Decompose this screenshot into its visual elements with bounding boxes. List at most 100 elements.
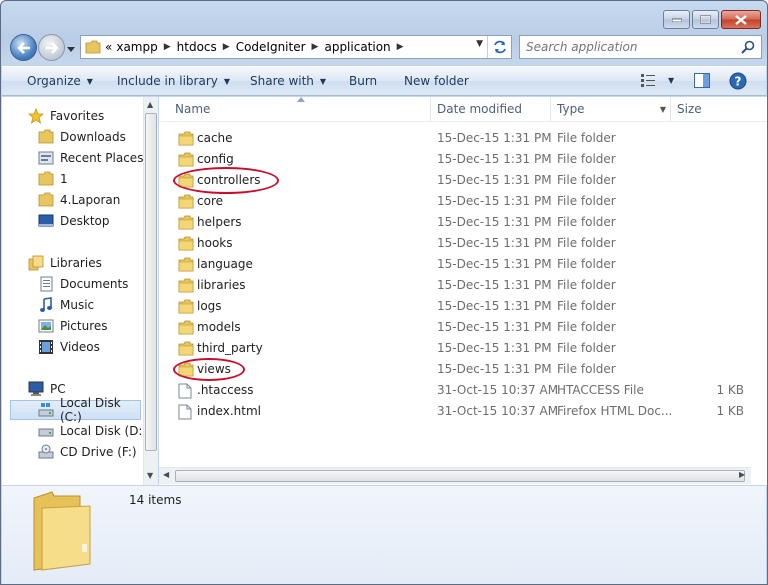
breadcrumb-xampp[interactable]: xampp bbox=[116, 40, 157, 54]
row-folder-icon bbox=[178, 362, 194, 380]
recent-pages-dropdown[interactable] bbox=[67, 42, 75, 56]
organize-button[interactable]: Organize ▼ bbox=[27, 74, 93, 88]
nav-item-label: Recent Places bbox=[60, 151, 144, 165]
file-list-pane: Name Date modified Type ▼ Size cache 15-D… bbox=[159, 97, 767, 485]
preview-pane-button[interactable] bbox=[694, 73, 710, 88]
breadcrumb-overflow[interactable]: « bbox=[105, 40, 112, 54]
large-folder-icon bbox=[33, 491, 91, 571]
table-row[interactable]: hooks 15-Dec-15 1:31 PM File folder bbox=[159, 233, 767, 254]
search-input[interactable] bbox=[526, 40, 736, 54]
cell-name: third_party bbox=[197, 341, 263, 355]
nav-item-local-disk-c[interactable]: Local Disk (C:) bbox=[10, 396, 141, 424]
refresh-button[interactable] bbox=[487, 36, 511, 58]
column-header-name-label: Name bbox=[175, 102, 211, 116]
cell-type: File folder bbox=[557, 194, 616, 208]
search-box[interactable] bbox=[519, 35, 762, 59]
nav-item-label: CD Drive (F:) bbox=[60, 445, 137, 459]
nav-item-label: 4.Laporan bbox=[60, 193, 121, 207]
table-row[interactable]: models 15-Dec-15 1:31 PM File folder bbox=[159, 317, 767, 338]
cell-date: 15-Dec-15 1:31 PM bbox=[437, 320, 552, 334]
maximize-button[interactable] bbox=[692, 10, 719, 29]
documents-icon bbox=[40, 276, 53, 292]
folder-icon bbox=[178, 152, 194, 167]
column-header-type[interactable]: Type ▼ bbox=[551, 97, 671, 121]
table-row[interactable]: libraries 15-Dec-15 1:31 PM File folder bbox=[159, 275, 767, 296]
scroll-down-icon[interactable]: ▼ bbox=[147, 471, 153, 480]
share-with-button[interactable]: Share with ▼ bbox=[250, 74, 326, 88]
cell-name: views bbox=[197, 362, 231, 376]
row-folder-icon bbox=[178, 257, 194, 275]
file-list-horizontal-scrollbar[interactable]: ◀ ▶ bbox=[159, 467, 751, 484]
breadcrumb-codeigniter[interactable]: CodeIgniter bbox=[236, 40, 306, 54]
address-dropdown-icon[interactable]: ▼ bbox=[476, 39, 483, 49]
table-row[interactable]: .htaccess 31-Oct-15 10:37 AM HTACCESS File… bbox=[159, 380, 767, 401]
back-button[interactable] bbox=[10, 34, 37, 61]
folder-icon bbox=[178, 173, 194, 188]
libraries-icon bbox=[28, 255, 44, 271]
organize-label: Organize bbox=[27, 74, 81, 88]
table-row[interactable]: core 15-Dec-15 1:31 PM File folder bbox=[159, 191, 767, 212]
row-folder-icon bbox=[178, 152, 194, 170]
nav-item-label: Music bbox=[60, 298, 95, 312]
file-icon bbox=[178, 404, 192, 420]
burn-button[interactable]: Burn bbox=[349, 74, 377, 88]
breadcrumb-separator-icon[interactable]: ▶ bbox=[310, 42, 321, 52]
breadcrumb-separator-icon[interactable]: ▶ bbox=[162, 42, 173, 52]
pictures-icon bbox=[38, 319, 54, 333]
scroll-left-icon[interactable]: ◀ bbox=[163, 470, 169, 479]
star-icon bbox=[28, 108, 44, 124]
cell-size: 1 KB bbox=[716, 383, 744, 397]
table-row[interactable]: cache 15-Dec-15 1:31 PM File folder bbox=[159, 128, 767, 149]
include-in-library-button[interactable]: Include in library ▼ bbox=[117, 74, 230, 88]
breadcrumb-separator-icon[interactable]: ▶ bbox=[221, 42, 232, 52]
row-folder-icon bbox=[178, 131, 194, 149]
forward-button[interactable] bbox=[38, 34, 65, 61]
address-bar[interactable]: « xampp ▶ htdocs ▶ CodeIgniter ▶ applica… bbox=[80, 35, 512, 59]
chevron-down-icon: ▼ bbox=[86, 76, 93, 86]
table-row[interactable]: views 15-Dec-15 1:31 PM File folder bbox=[159, 359, 767, 380]
cell-name: config bbox=[197, 152, 234, 166]
cell-name: language bbox=[197, 257, 253, 271]
scroll-right-icon[interactable]: ▶ bbox=[739, 470, 745, 479]
nav-item-label: Documents bbox=[60, 277, 129, 291]
new-folder-button[interactable]: New folder bbox=[404, 74, 469, 88]
search-icon[interactable] bbox=[741, 40, 755, 54]
cd-drive-icon bbox=[38, 444, 54, 459]
cell-type: HTACCESS File bbox=[557, 383, 644, 397]
change-view-button[interactable]: ▼ bbox=[640, 73, 674, 87]
column-header-size[interactable]: Size bbox=[671, 97, 751, 121]
table-row[interactable]: language 15-Dec-15 1:31 PM File folder bbox=[159, 254, 767, 275]
table-row[interactable]: helpers 15-Dec-15 1:31 PM File folder bbox=[159, 212, 767, 233]
table-row[interactable]: config 15-Dec-15 1:31 PM File folder bbox=[159, 149, 767, 170]
breadcrumb-application[interactable]: application bbox=[324, 40, 390, 54]
help-button[interactable]: ? bbox=[729, 72, 747, 90]
folder-icon bbox=[178, 362, 194, 377]
scroll-up-icon[interactable]: ▲ bbox=[147, 100, 153, 109]
table-row[interactable]: controllers 15-Dec-15 1:31 PM File folder bbox=[159, 170, 767, 191]
table-row[interactable]: logs 15-Dec-15 1:31 PM File folder bbox=[159, 296, 767, 317]
table-row[interactable]: third_party 15-Dec-15 1:31 PM File folder bbox=[159, 338, 767, 359]
cell-type: File folder bbox=[557, 152, 616, 166]
minimize-button[interactable] bbox=[663, 10, 690, 29]
breadcrumb-htdocs[interactable]: htdocs bbox=[177, 40, 217, 54]
table-row[interactable]: index.html 31-Oct-15 10:37 AM Firefox HTML… bbox=[159, 401, 767, 422]
music-icon bbox=[40, 297, 52, 312]
folder-icon bbox=[178, 278, 194, 293]
folder-icon bbox=[178, 236, 194, 251]
help-icon: ? bbox=[729, 72, 747, 90]
breadcrumb-separator-icon[interactable]: ▶ bbox=[395, 42, 406, 52]
scrollbar-thumb[interactable] bbox=[145, 113, 157, 451]
close-icon bbox=[735, 14, 747, 25]
folder-icon bbox=[178, 341, 194, 356]
column-menu-icon[interactable]: ▼ bbox=[660, 105, 666, 114]
nav-pane-scrollbar[interactable]: ▲ ▼ bbox=[143, 97, 158, 485]
nav-item-label: Local Disk (C:) bbox=[60, 396, 121, 424]
close-button[interactable] bbox=[721, 10, 761, 29]
column-header-date[interactable]: Date modified bbox=[431, 97, 551, 121]
folder-icon bbox=[178, 299, 194, 314]
folder-icon bbox=[178, 215, 194, 230]
cell-date: 15-Dec-15 1:31 PM bbox=[437, 299, 552, 313]
cell-name: controllers bbox=[197, 173, 261, 187]
scrollbar-thumb[interactable] bbox=[175, 470, 745, 482]
row-file-icon bbox=[178, 383, 192, 402]
